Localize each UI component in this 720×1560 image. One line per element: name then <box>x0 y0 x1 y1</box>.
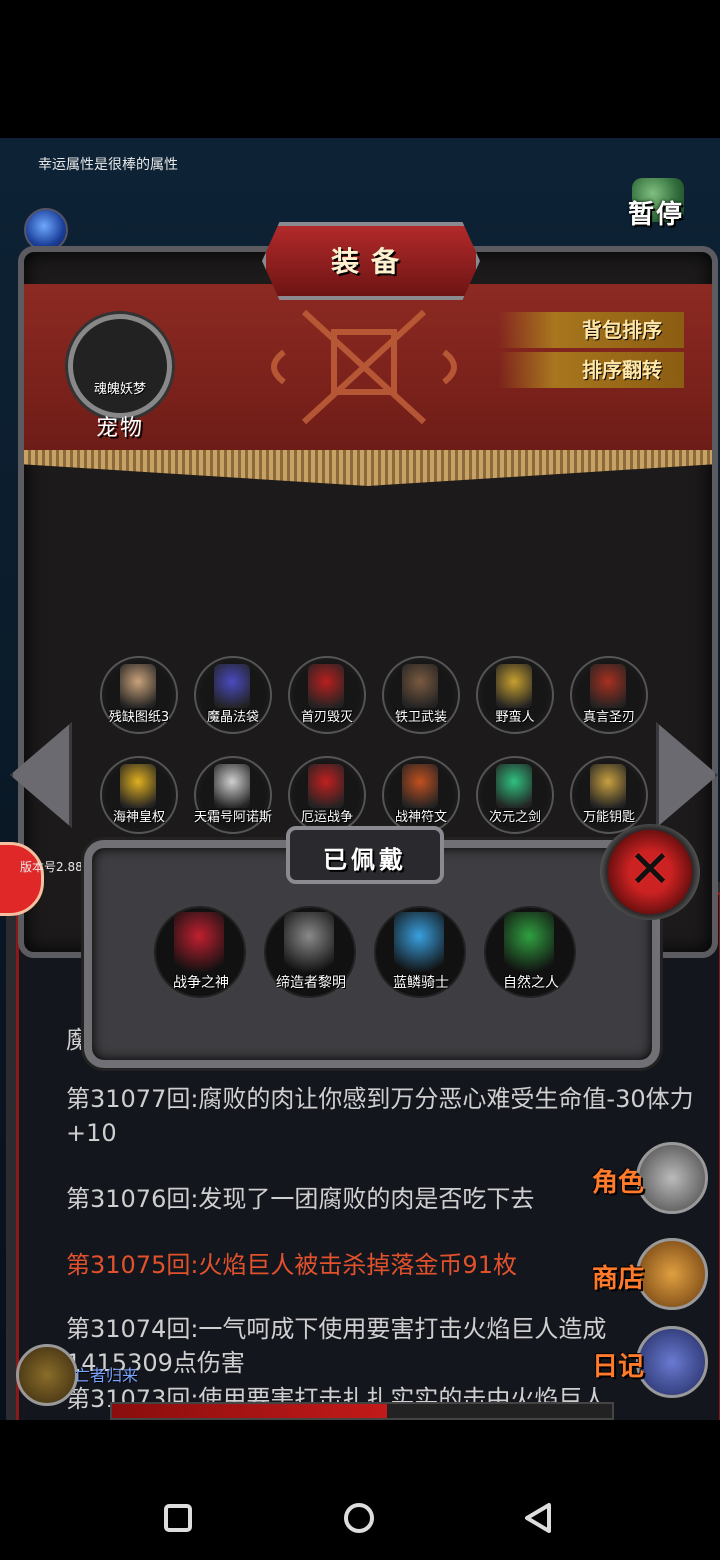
helmet-icon <box>636 1142 708 1214</box>
item-label: 厄运战争 <box>300 810 353 825</box>
close-icon: ✕ <box>628 840 672 900</box>
inventory-item[interactable]: 天霜号阿诺斯 <box>194 756 272 834</box>
equipped-item[interactable]: 蓝鳞骑士 <box>374 906 466 998</box>
version-label: 版本号2.88 <box>20 860 83 874</box>
diary-label: 日记 <box>592 1352 645 1382</box>
equipped-item-label: 缔造者黎明 <box>276 975 346 991</box>
item-label: 次元之剑 <box>488 810 541 825</box>
home-icon[interactable] <box>319 1478 399 1558</box>
equipped-item[interactable]: 缔造者黎明 <box>264 906 356 998</box>
item-label: 天霜号阿诺斯 <box>193 810 272 825</box>
pet-label: 宠物 <box>95 416 144 441</box>
pause-button[interactable]: 暂停 <box>624 178 694 238</box>
xp-fill <box>112 1404 387 1418</box>
log-line: 第31077回:腐败的肉让你感到万分恶心难受生命值-30体力+10 <box>66 1085 694 1147</box>
inventory-item[interactable]: 万能钥匙 <box>570 756 648 834</box>
equipped-title: 已佩戴 <box>323 846 407 874</box>
item-icon <box>214 664 250 708</box>
item-label: 铁卫武装 <box>394 710 447 725</box>
pause-label: 暂停 <box>628 200 685 230</box>
inventory-item[interactable]: 战神符文 <box>382 756 460 834</box>
item-label: 残缺图纸3 <box>108 710 170 725</box>
item-icon <box>120 664 156 708</box>
inventory-item[interactable]: 残缺图纸3 <box>100 656 178 734</box>
inventory-item[interactable]: 次元之剑 <box>476 756 554 834</box>
pet-name: 魂魄妖梦 <box>93 382 146 397</box>
shop-button[interactable]: 商店 <box>592 1238 708 1320</box>
title-plate: 装备 <box>262 222 480 300</box>
item-icon <box>308 764 344 808</box>
game-screen: 幸运属性是很棒的属性 暂停 魔 第31077回:腐败的肉让你感到万分恶心难受生命… <box>0 138 720 1420</box>
book-icon <box>636 1326 708 1398</box>
equipped-panel: 已佩戴 战争之神 缔造者黎明 蓝鳞骑士 自然之人 <box>84 826 660 1068</box>
equipped-item[interactable]: 自然之人 <box>484 906 576 998</box>
hint-text: 幸运属性是很棒的属性 <box>38 157 178 173</box>
equipped-item-icon <box>394 912 444 972</box>
player-avatar[interactable] <box>16 1344 78 1406</box>
item-label: 万能钥匙 <box>582 810 635 825</box>
close-button[interactable]: ✕ <box>600 824 700 920</box>
character-button[interactable]: 角色 <box>592 1142 708 1224</box>
banner-fringe <box>24 450 712 486</box>
xp-bar <box>110 1402 614 1420</box>
item-icon <box>496 764 532 808</box>
item-label: 海神皇权 <box>112 810 165 825</box>
inventory-item[interactable]: 魔晶法袋 <box>194 656 272 734</box>
item-label: 魔晶法袋 <box>206 710 259 725</box>
equipped-title-box: 已佩戴 <box>286 826 444 884</box>
item-label: 首刃毁灭 <box>300 710 353 725</box>
reverse-sort-button[interactable]: 排序翻转 <box>498 352 684 388</box>
panel-title: 装备 <box>330 245 411 278</box>
equipped-item-icon <box>504 912 554 972</box>
beer-mug-icon <box>636 1238 708 1310</box>
equipped-item[interactable]: 战争之神 <box>154 906 246 998</box>
equipped-item-label: 蓝鳞骑士 <box>393 975 449 991</box>
shop-label: 商店 <box>592 1264 645 1294</box>
inventory-item[interactable]: 首刃毁灭 <box>288 656 366 734</box>
item-label: 战神符文 <box>394 810 447 825</box>
item-icon <box>120 764 156 808</box>
sort-bag-button[interactable]: 背包排序 <box>498 312 684 348</box>
pet-slot[interactable]: 魂魄妖梦 宠物 <box>68 314 172 444</box>
recent-apps-icon[interactable] <box>138 1478 218 1558</box>
inventory-item[interactable]: 野蛮人 <box>476 656 554 734</box>
equipped-item-label: 自然之人 <box>503 975 559 991</box>
item-icon <box>496 664 532 708</box>
item-icon <box>214 764 250 808</box>
item-icon <box>590 764 626 808</box>
inventory-item[interactable]: 厄运战争 <box>288 756 366 834</box>
equipped-item-label: 战争之神 <box>173 975 229 991</box>
crossed-swords-emblem <box>271 309 457 425</box>
diary-button[interactable]: 日记 <box>592 1326 708 1408</box>
player-name: 亡者归来 <box>74 1366 139 1385</box>
inventory-item[interactable]: 海神皇权 <box>100 756 178 834</box>
equipped-item-icon <box>284 912 334 972</box>
item-icon <box>402 664 438 708</box>
pet-avatar <box>68 314 172 418</box>
item-label: 野蛮人 <box>495 710 535 725</box>
item-icon <box>308 664 344 708</box>
item-icon <box>402 764 438 808</box>
inventory-item[interactable]: 真言圣刃 <box>570 656 648 734</box>
character-label: 角色 <box>592 1168 645 1198</box>
equipped-item-icon <box>174 912 224 972</box>
item-label: 真言圣刃 <box>582 710 635 725</box>
system-nav-bar <box>0 1420 720 1560</box>
item-icon <box>590 664 626 708</box>
back-icon[interactable] <box>499 1478 579 1558</box>
inventory-item[interactable]: 铁卫武装 <box>382 656 460 734</box>
